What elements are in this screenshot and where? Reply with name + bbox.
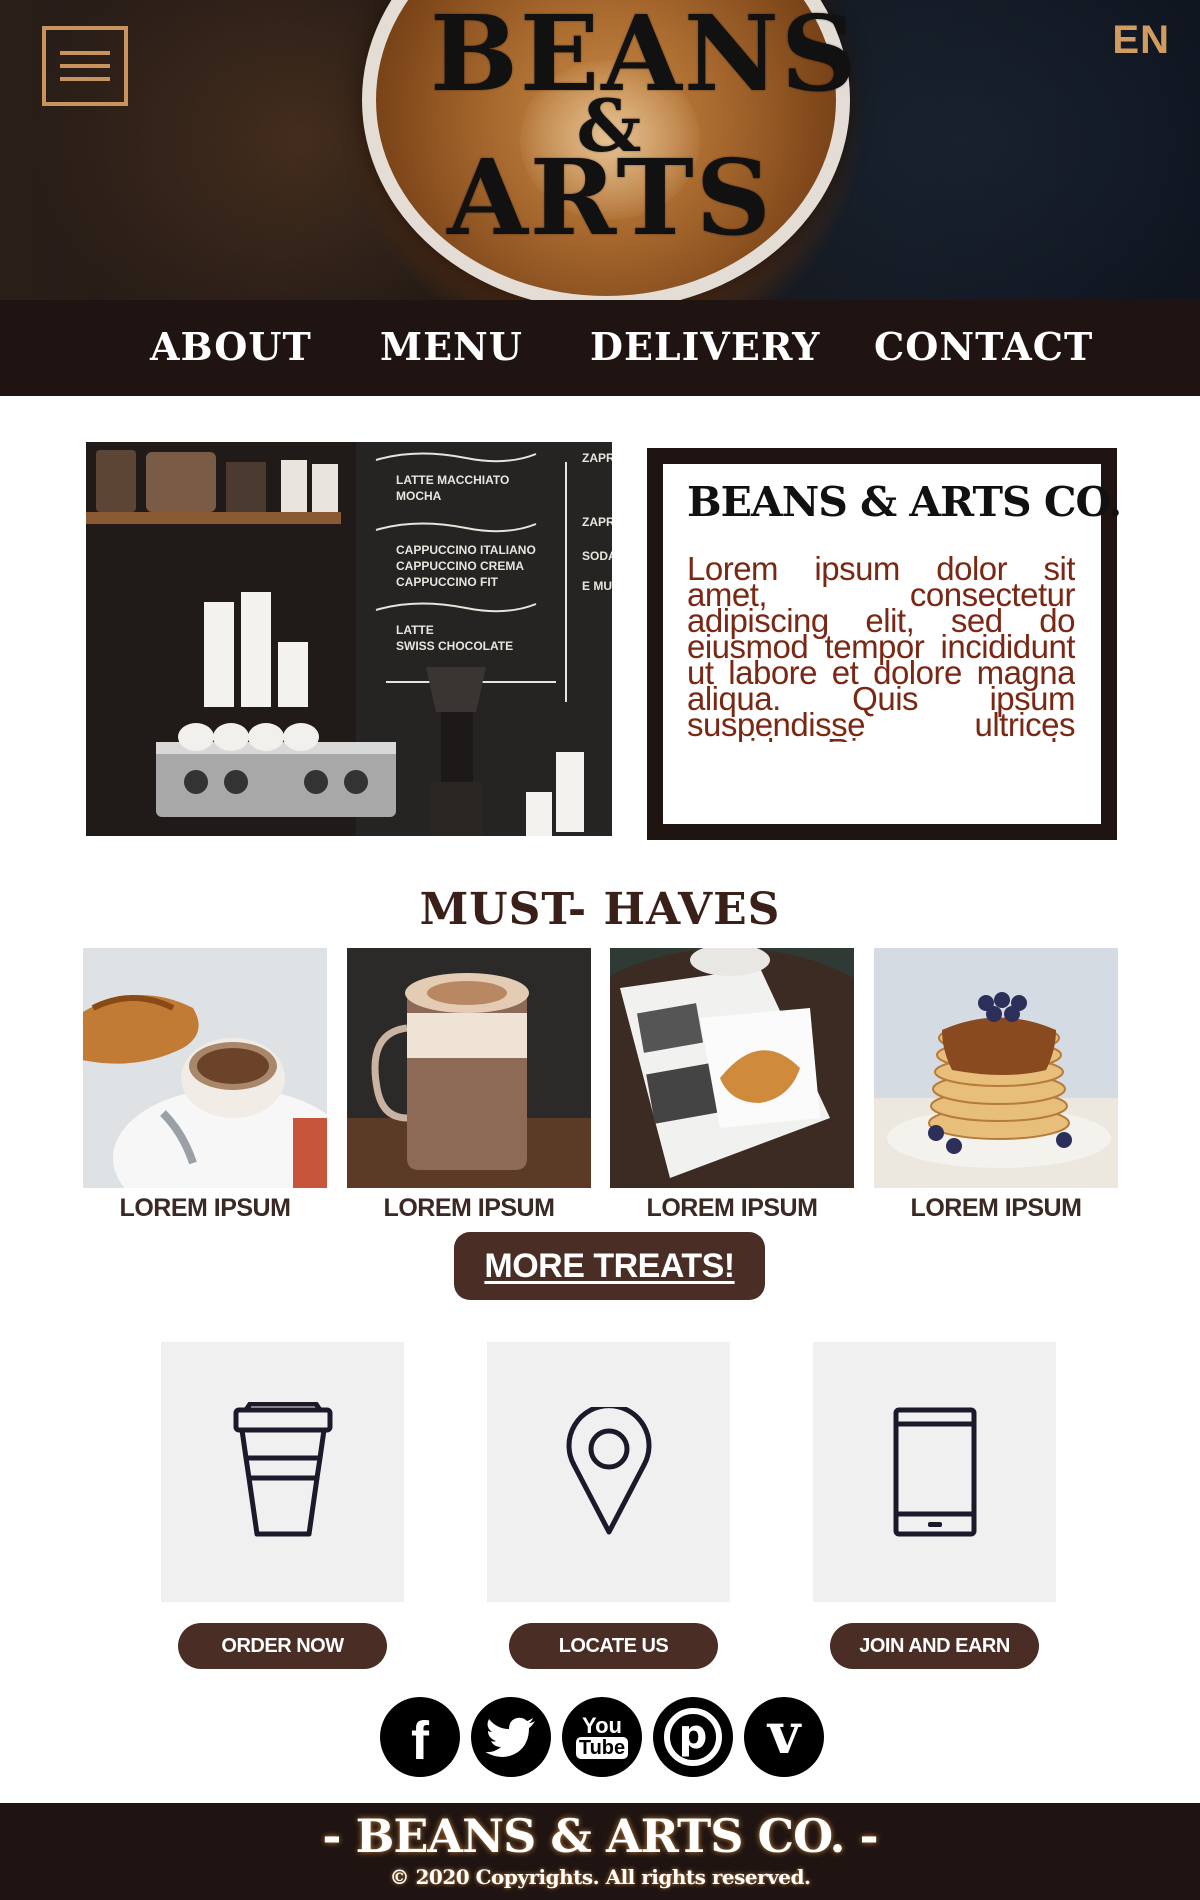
svg-text:CAPPUCCINO CREMA: CAPPUCCINO CREMA xyxy=(396,559,524,573)
twitter-icon[interactable] xyxy=(471,1697,551,1777)
join-and-earn-button[interactable]: JOIN AND EARN xyxy=(830,1623,1039,1669)
twitter-bird-icon xyxy=(486,1717,535,1757)
svg-text:LATTE: LATTE xyxy=(396,623,434,637)
facebook-glyph: f xyxy=(411,1711,429,1771)
menu-bar xyxy=(60,77,110,81)
locate-tile[interactable] xyxy=(487,1342,730,1602)
about-title: BEANS & ARTS CO. xyxy=(687,478,1122,526)
svg-text:SWISS CHOCOLATE: SWISS CHOCOLATE xyxy=(396,639,513,653)
svg-text:E MU: E MU xyxy=(582,579,612,593)
treat-card[interactable]: LOREM IPSUM xyxy=(347,948,591,1223)
svg-text:CAPPUCCINO FIT: CAPPUCCINO FIT xyxy=(396,575,499,589)
vine-glyph: v xyxy=(767,1701,801,1767)
treat-card[interactable]: LOREM IPSUM xyxy=(610,948,854,1223)
locate-us-button[interactable]: LOCATE US xyxy=(509,1623,718,1669)
coffee-cup-icon xyxy=(233,1402,332,1537)
menu-bar xyxy=(60,64,110,68)
cafe-counter-illustration: LATTE MACCHIATO MOCHA CAPPUCCINO ITALIAN… xyxy=(86,442,612,836)
vine-icon[interactable]: v xyxy=(744,1697,824,1777)
facebook-icon[interactable]: f xyxy=(380,1697,460,1777)
must-haves-title: MUST- HAVES xyxy=(419,884,781,935)
svg-text:ZAPR: ZAPR xyxy=(582,515,612,529)
youtube-glyph: You Tube xyxy=(575,1713,629,1759)
site-footer: - BEANS & ARTS CO. - © 2020 Copyrights. … xyxy=(0,1803,1200,1900)
pancake-stack-photo xyxy=(874,948,1118,1188)
menu-bar xyxy=(60,51,110,55)
youtube-glyph-bottom: Tube xyxy=(575,1737,629,1759)
about-text: Lorem ipsum dolor sit amet, consectetur … xyxy=(687,556,1075,742)
croissant-cappuccino-photo xyxy=(83,948,327,1188)
svg-text:SODA: SODA xyxy=(582,549,612,563)
treat-card[interactable]: LOREM IPSUM xyxy=(874,948,1118,1223)
youtube-icon[interactable]: You Tube xyxy=(562,1697,642,1777)
pinterest-icon[interactable]: p xyxy=(653,1697,733,1777)
youtube-glyph-top: You xyxy=(582,1713,622,1738)
svg-text:ZAPR: ZAPR xyxy=(582,451,612,465)
site-logo[interactable]: BEANS & ARTS xyxy=(430,2,856,259)
about-card: BEANS & ARTS CO. Lorem ipsum dolor sit a… xyxy=(647,448,1122,840)
join-tile[interactable] xyxy=(813,1342,1056,1602)
main-nav: ABOUT MENU DELIVERY CONTACT xyxy=(0,300,1200,396)
treat-caption: LOREM IPSUM xyxy=(910,1194,1082,1222)
language-selector[interactable]: EN xyxy=(1112,18,1170,63)
nav-item-delivery[interactable]: DELIVERY xyxy=(590,324,820,369)
smartphone-icon xyxy=(893,1407,976,1537)
cafe-counter-photo: LATTE MACCHIATO MOCHA CAPPUCCINO ITALIAN… xyxy=(86,442,612,836)
order-tile[interactable] xyxy=(161,1342,404,1602)
svg-text:MOCHA: MOCHA xyxy=(396,489,442,503)
logo-line-2: ARTS xyxy=(447,136,773,259)
footer-copyright: © 2020 Copyrights. All rights reserved. xyxy=(389,1865,811,1889)
map-pin-icon xyxy=(566,1407,651,1535)
svg-text:LATTE MACCHIATO: LATTE MACCHIATO xyxy=(396,473,509,487)
nav-item-about[interactable]: ABOUT xyxy=(150,324,312,369)
order-now-button[interactable]: ORDER NOW xyxy=(178,1623,387,1669)
treat-caption: LOREM IPSUM xyxy=(646,1194,818,1222)
nav-item-contact[interactable]: CONTACT xyxy=(874,324,1093,369)
treat-caption: LOREM IPSUM xyxy=(119,1194,291,1222)
pinterest-glyph: p xyxy=(678,1712,708,1758)
nav-item-menu[interactable]: MENU xyxy=(380,324,523,369)
footer-brand: - BEANS & ARTS CO. - xyxy=(322,1809,878,1863)
treat-card[interactable]: LOREM IPSUM xyxy=(83,948,327,1223)
hamburger-menu-icon[interactable] xyxy=(42,26,128,106)
hot-chocolate-mug-photo xyxy=(347,948,591,1188)
treat-caption: LOREM IPSUM xyxy=(383,1194,555,1222)
croissant-newspaper-photo xyxy=(610,948,854,1188)
svg-text:CAPPUCCINO ITALIANO: CAPPUCCINO ITALIANO xyxy=(396,543,536,557)
more-treats-button[interactable]: MORE TREATS! xyxy=(454,1232,765,1300)
hero-banner: BEANS & ARTS EN xyxy=(0,0,1200,300)
pinterest-ring: p xyxy=(664,1708,722,1766)
